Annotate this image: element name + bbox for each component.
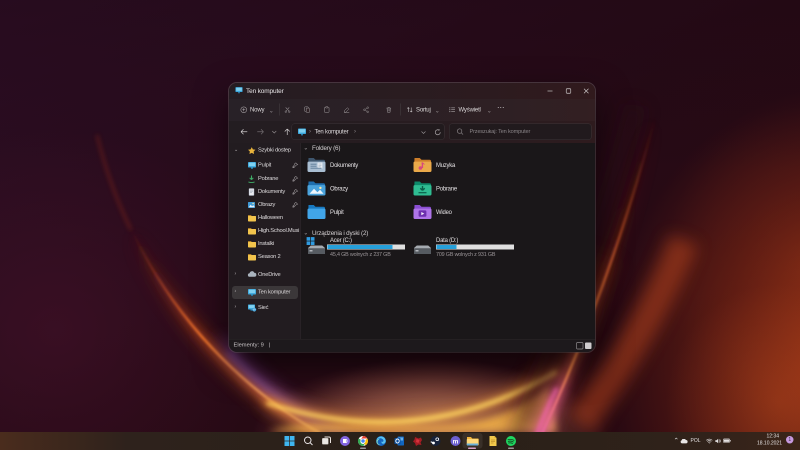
svg-text:m: m: [453, 439, 459, 446]
